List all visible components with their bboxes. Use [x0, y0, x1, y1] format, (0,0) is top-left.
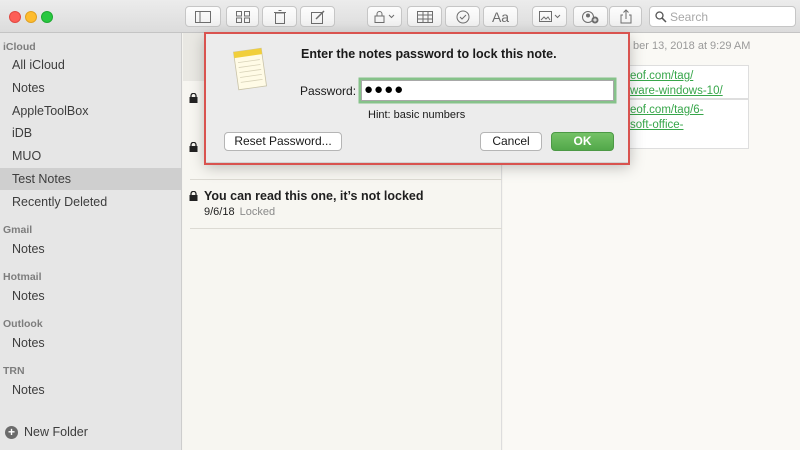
link-text[interactable]: soft-office-: [630, 118, 748, 133]
sidebar-item-appletoolbox[interactable]: AppleToolBox: [0, 100, 181, 122]
dialog-title: Enter the notes password to lock this no…: [301, 47, 557, 61]
window-zoom-button[interactable]: [41, 11, 53, 23]
account-header-hotmail: Hotmail: [3, 271, 42, 283]
divider: [190, 179, 502, 180]
delete-button[interactable]: [262, 6, 297, 27]
checklist-button[interactable]: [445, 6, 480, 27]
cancel-button[interactable]: Cancel: [480, 132, 542, 151]
new-folder-label: New Folder: [24, 425, 88, 439]
note-lock-status: Locked: [239, 206, 276, 218]
sidebar-toggle-button[interactable]: [185, 6, 221, 27]
sidebar-item-hotmail-notes[interactable]: Notes: [0, 285, 181, 307]
sidebar-item-recently-deleted[interactable]: Recently Deleted: [0, 191, 181, 213]
password-hint: Hint: basic numbers: [368, 109, 466, 121]
checklist-icon: [456, 10, 469, 23]
note-date: 9/6/18: [204, 206, 235, 218]
trash-icon: [273, 9, 286, 24]
window-close-button[interactable]: [9, 11, 21, 23]
media-menu-button[interactable]: [532, 6, 567, 27]
ok-button[interactable]: OK: [551, 132, 614, 151]
gallery-view-button[interactable]: [226, 6, 259, 27]
format-button[interactable]: Aa: [483, 6, 518, 27]
sidebar-item-muo[interactable]: MUO: [0, 145, 181, 167]
sidebar-icon: [195, 10, 211, 23]
sidebar-item-idb[interactable]: iDB: [0, 122, 181, 144]
grid-icon: [235, 10, 250, 23]
search-field[interactable]: Search: [649, 6, 796, 27]
lock-note-dialog: Enter the notes password to lock this no…: [205, 33, 630, 163]
photo-icon: [538, 10, 560, 22]
new-folder-button[interactable]: + New Folder: [5, 425, 88, 439]
plus-icon: +: [5, 425, 18, 439]
add-person-icon: [581, 10, 598, 23]
sidebar-item-notes[interactable]: Notes: [0, 77, 181, 99]
search-placeholder: Search: [670, 9, 709, 24]
lock-icon: [189, 93, 198, 103]
account-header-icloud: iCloud: [3, 41, 36, 53]
password-field[interactable]: ●●●●: [361, 80, 614, 101]
lock-menu-button[interactable]: [367, 6, 402, 27]
link-text[interactable]: eof.com/tag/6-: [630, 103, 748, 118]
search-icon: [655, 10, 667, 23]
notes-app-icon: [233, 47, 267, 91]
table-button[interactable]: [407, 6, 442, 27]
share-icon: [620, 9, 631, 24]
sidebar-item-gmail-notes[interactable]: Notes: [0, 238, 181, 260]
password-label: Password:: [300, 84, 357, 98]
toolbar: Aa Search: [0, 0, 800, 33]
share-button[interactable]: [609, 6, 642, 27]
note-meta: 9/6/18 Locked: [204, 206, 275, 218]
lock-icon: [374, 11, 394, 23]
lock-icon: [189, 191, 198, 201]
reset-password-button[interactable]: Reset Password...: [224, 132, 342, 151]
sidebar-item-test-notes[interactable]: Test Notes: [0, 168, 181, 190]
lock-icon: [189, 142, 198, 152]
window-minimize-button[interactable]: [25, 11, 37, 23]
note-timestamp: ber 13, 2018 at 9:29 AM: [633, 40, 751, 52]
link-preview[interactable]: eof.com/tag/6- soft-office-: [627, 99, 749, 149]
sidebar-item-all-icloud[interactable]: All iCloud: [0, 54, 181, 76]
account-header-trn: TRN: [3, 365, 25, 377]
link-text[interactable]: eof.com/tag/: [630, 69, 748, 84]
compose-button[interactable]: [300, 6, 335, 27]
sidebar-item-trn-notes[interactable]: Notes: [0, 379, 181, 401]
compose-icon: [310, 9, 325, 24]
table-icon: [416, 10, 433, 23]
note-title[interactable]: You can read this one, it’s not locked: [204, 189, 423, 203]
sidebar-item-outlook-notes[interactable]: Notes: [0, 332, 181, 354]
sidebar: iCloud All iCloud Notes AppleToolBox iDB…: [0, 33, 182, 450]
account-header-gmail: Gmail: [3, 224, 33, 236]
divider: [190, 228, 502, 229]
link-text[interactable]: ware-windows-10/: [630, 84, 748, 99]
add-people-button[interactable]: [573, 6, 608, 27]
link-preview[interactable]: eof.com/tag/ ware-windows-10/: [627, 65, 749, 99]
account-header-outlook: Outlook: [3, 318, 43, 330]
